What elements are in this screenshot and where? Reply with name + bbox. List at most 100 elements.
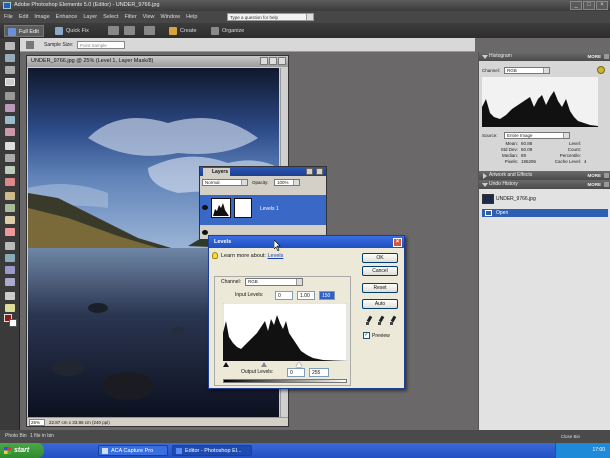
gray-eyedropper-icon[interactable] [378, 316, 385, 326]
refresh-icon[interactable] [597, 66, 605, 74]
palette-minimize-button[interactable] [306, 168, 313, 175]
levels-dialog-title: Levels [214, 239, 232, 245]
undo-history-more-button[interactable]: MORE [588, 180, 602, 189]
channel-select[interactable]: RGB [245, 278, 303, 286]
blur-tool-icon[interactable] [5, 292, 15, 300]
artwork-more-button[interactable]: MORE [588, 171, 602, 180]
red-eye-tool-icon[interactable] [5, 178, 15, 186]
close-button[interactable]: × [596, 1, 608, 10]
doc-minimize-button[interactable] [260, 57, 268, 65]
organize-button[interactable]: Organize [208, 25, 254, 37]
magic-wand-tool-icon[interactable] [5, 116, 15, 124]
menu-image[interactable]: Image [34, 11, 55, 23]
output-white-field[interactable]: 255 [309, 368, 329, 377]
start-button[interactable]: start [0, 443, 44, 458]
palette-close-button[interactable] [316, 168, 323, 175]
eraser-tool-icon[interactable] [5, 228, 15, 236]
tab-quick-fix[interactable]: Quick Fix [52, 25, 96, 37]
histogram-more-button[interactable]: MORE [588, 52, 602, 61]
menu-filter[interactable]: Filter [124, 11, 142, 23]
tab-full-edit[interactable]: Full Edit [4, 25, 44, 37]
paint-bucket-tool-icon[interactable] [5, 254, 15, 262]
auto-button[interactable]: Auto [362, 299, 398, 309]
minimize-button[interactable]: _ [570, 1, 582, 10]
preview-checkbox[interactable]: ✓ [363, 332, 370, 339]
panel-close-icon[interactable] [604, 173, 609, 178]
input-white-slider[interactable] [296, 362, 302, 367]
undo-history-snapshot[interactable]: UNDER_9766.jpg [482, 193, 608, 205]
undo-icon[interactable] [108, 26, 119, 35]
black-eyedropper-icon[interactable] [366, 316, 373, 326]
menu-layer[interactable]: Layer [83, 11, 103, 23]
create-button[interactable]: Create [166, 25, 206, 37]
gradient-tool-icon[interactable] [5, 266, 15, 274]
output-black-field[interactable]: 0 [287, 368, 305, 377]
zoom-tool-icon[interactable] [5, 54, 15, 62]
hand-tool-icon[interactable] [5, 66, 15, 74]
help-search-dropdown[interactable] [306, 13, 314, 21]
opacity-field[interactable]: 100% [274, 179, 300, 186]
help-search-input[interactable]: Type a question for help [227, 13, 307, 21]
brush-tool-icon[interactable] [5, 242, 15, 250]
histogram-channel-select[interactable]: RGB [504, 67, 550, 74]
artwork-panel-header[interactable]: Artwork and Effects MORE [479, 171, 610, 180]
menu-view[interactable]: View [143, 11, 161, 23]
input-gamma-field[interactable]: 1.00 [297, 291, 315, 300]
pencil-tool-icon[interactable] [5, 216, 15, 224]
ok-button[interactable]: OK [362, 253, 398, 263]
white-eyedropper-icon[interactable] [390, 316, 397, 326]
input-black-slider[interactable] [223, 362, 229, 367]
menu-file[interactable]: File [4, 11, 19, 23]
background-color-swatch[interactable] [9, 319, 17, 327]
cancel-button[interactable]: Cancel [362, 266, 398, 276]
crop-tool-icon[interactable] [5, 154, 15, 162]
taskbar-item-photoshop-editor[interactable]: Editor - Photoshop El... [172, 445, 252, 456]
menu-select[interactable]: Select [103, 11, 124, 23]
histogram-panel-header[interactable]: Histogram MORE [479, 52, 610, 61]
undo-history-step-open[interactable]: Open [482, 209, 608, 217]
chevron-down-icon [563, 133, 569, 138]
eyedropper-icon [26, 41, 34, 49]
layer-row-levels[interactable]: Levels 1 [200, 195, 326, 225]
menu-edit[interactable]: Edit [19, 11, 34, 23]
doc-maximize-button[interactable] [269, 57, 277, 65]
histogram-source-select[interactable]: Entire Image [504, 132, 570, 139]
taskbar-item-aca-capture[interactable]: ACA Capture Pro [98, 445, 168, 456]
panel-close-icon[interactable] [604, 182, 609, 187]
menu-window[interactable]: Window [161, 11, 187, 23]
eyedropper-tool-icon[interactable] [5, 78, 15, 86]
zoom-field[interactable]: 25% [29, 419, 45, 426]
maximize-button[interactable]: □ [583, 1, 595, 10]
panel-close-icon[interactable] [604, 54, 609, 59]
reset-button[interactable]: Reset [362, 283, 398, 293]
input-gamma-slider[interactable] [261, 362, 267, 367]
lasso-tool-icon[interactable] [5, 104, 15, 112]
move-tool-icon[interactable] [5, 42, 15, 50]
mode-tab-bar: Full Edit Quick Fix Create Organize [0, 23, 610, 38]
type-tool-icon[interactable] [5, 142, 15, 150]
close-bin-button[interactable]: Close Bin [561, 430, 580, 443]
healing-brush-tool-icon[interactable] [5, 192, 15, 200]
input-black-field[interactable]: 0 [275, 291, 293, 300]
save-icon[interactable] [144, 26, 155, 35]
marquee-tool-icon[interactable] [5, 92, 15, 100]
learn-more-levels-link[interactable]: Levels [267, 253, 283, 259]
sample-size-select[interactable]: Point Sample [77, 41, 125, 49]
layer-visibility-icon[interactable] [202, 205, 208, 210]
redo-icon[interactable] [124, 26, 135, 35]
levels-close-button[interactable]: × [393, 238, 402, 247]
input-white-field[interactable]: 150 [319, 291, 335, 300]
doc-close-button[interactable] [278, 57, 286, 65]
undo-history-panel-header[interactable]: Undo History MORE [479, 180, 610, 189]
blend-mode-select[interactable]: Normal [202, 179, 248, 186]
menu-help[interactable]: Help [186, 11, 203, 23]
tab-layers[interactable]: Layers [203, 168, 230, 176]
selection-brush-tool-icon[interactable] [5, 128, 15, 136]
menu-enhance[interactable]: Enhance [56, 11, 84, 23]
shape-tool-icon[interactable] [5, 278, 15, 286]
clone-stamp-tool-icon[interactable] [5, 204, 15, 212]
learn-more: Learn more about: Levels [212, 252, 283, 259]
sponge-tool-icon[interactable] [5, 304, 15, 312]
cookie-cutter-tool-icon[interactable] [5, 166, 15, 174]
photo-bin-toggle[interactable]: Photo Bin [5, 430, 27, 443]
